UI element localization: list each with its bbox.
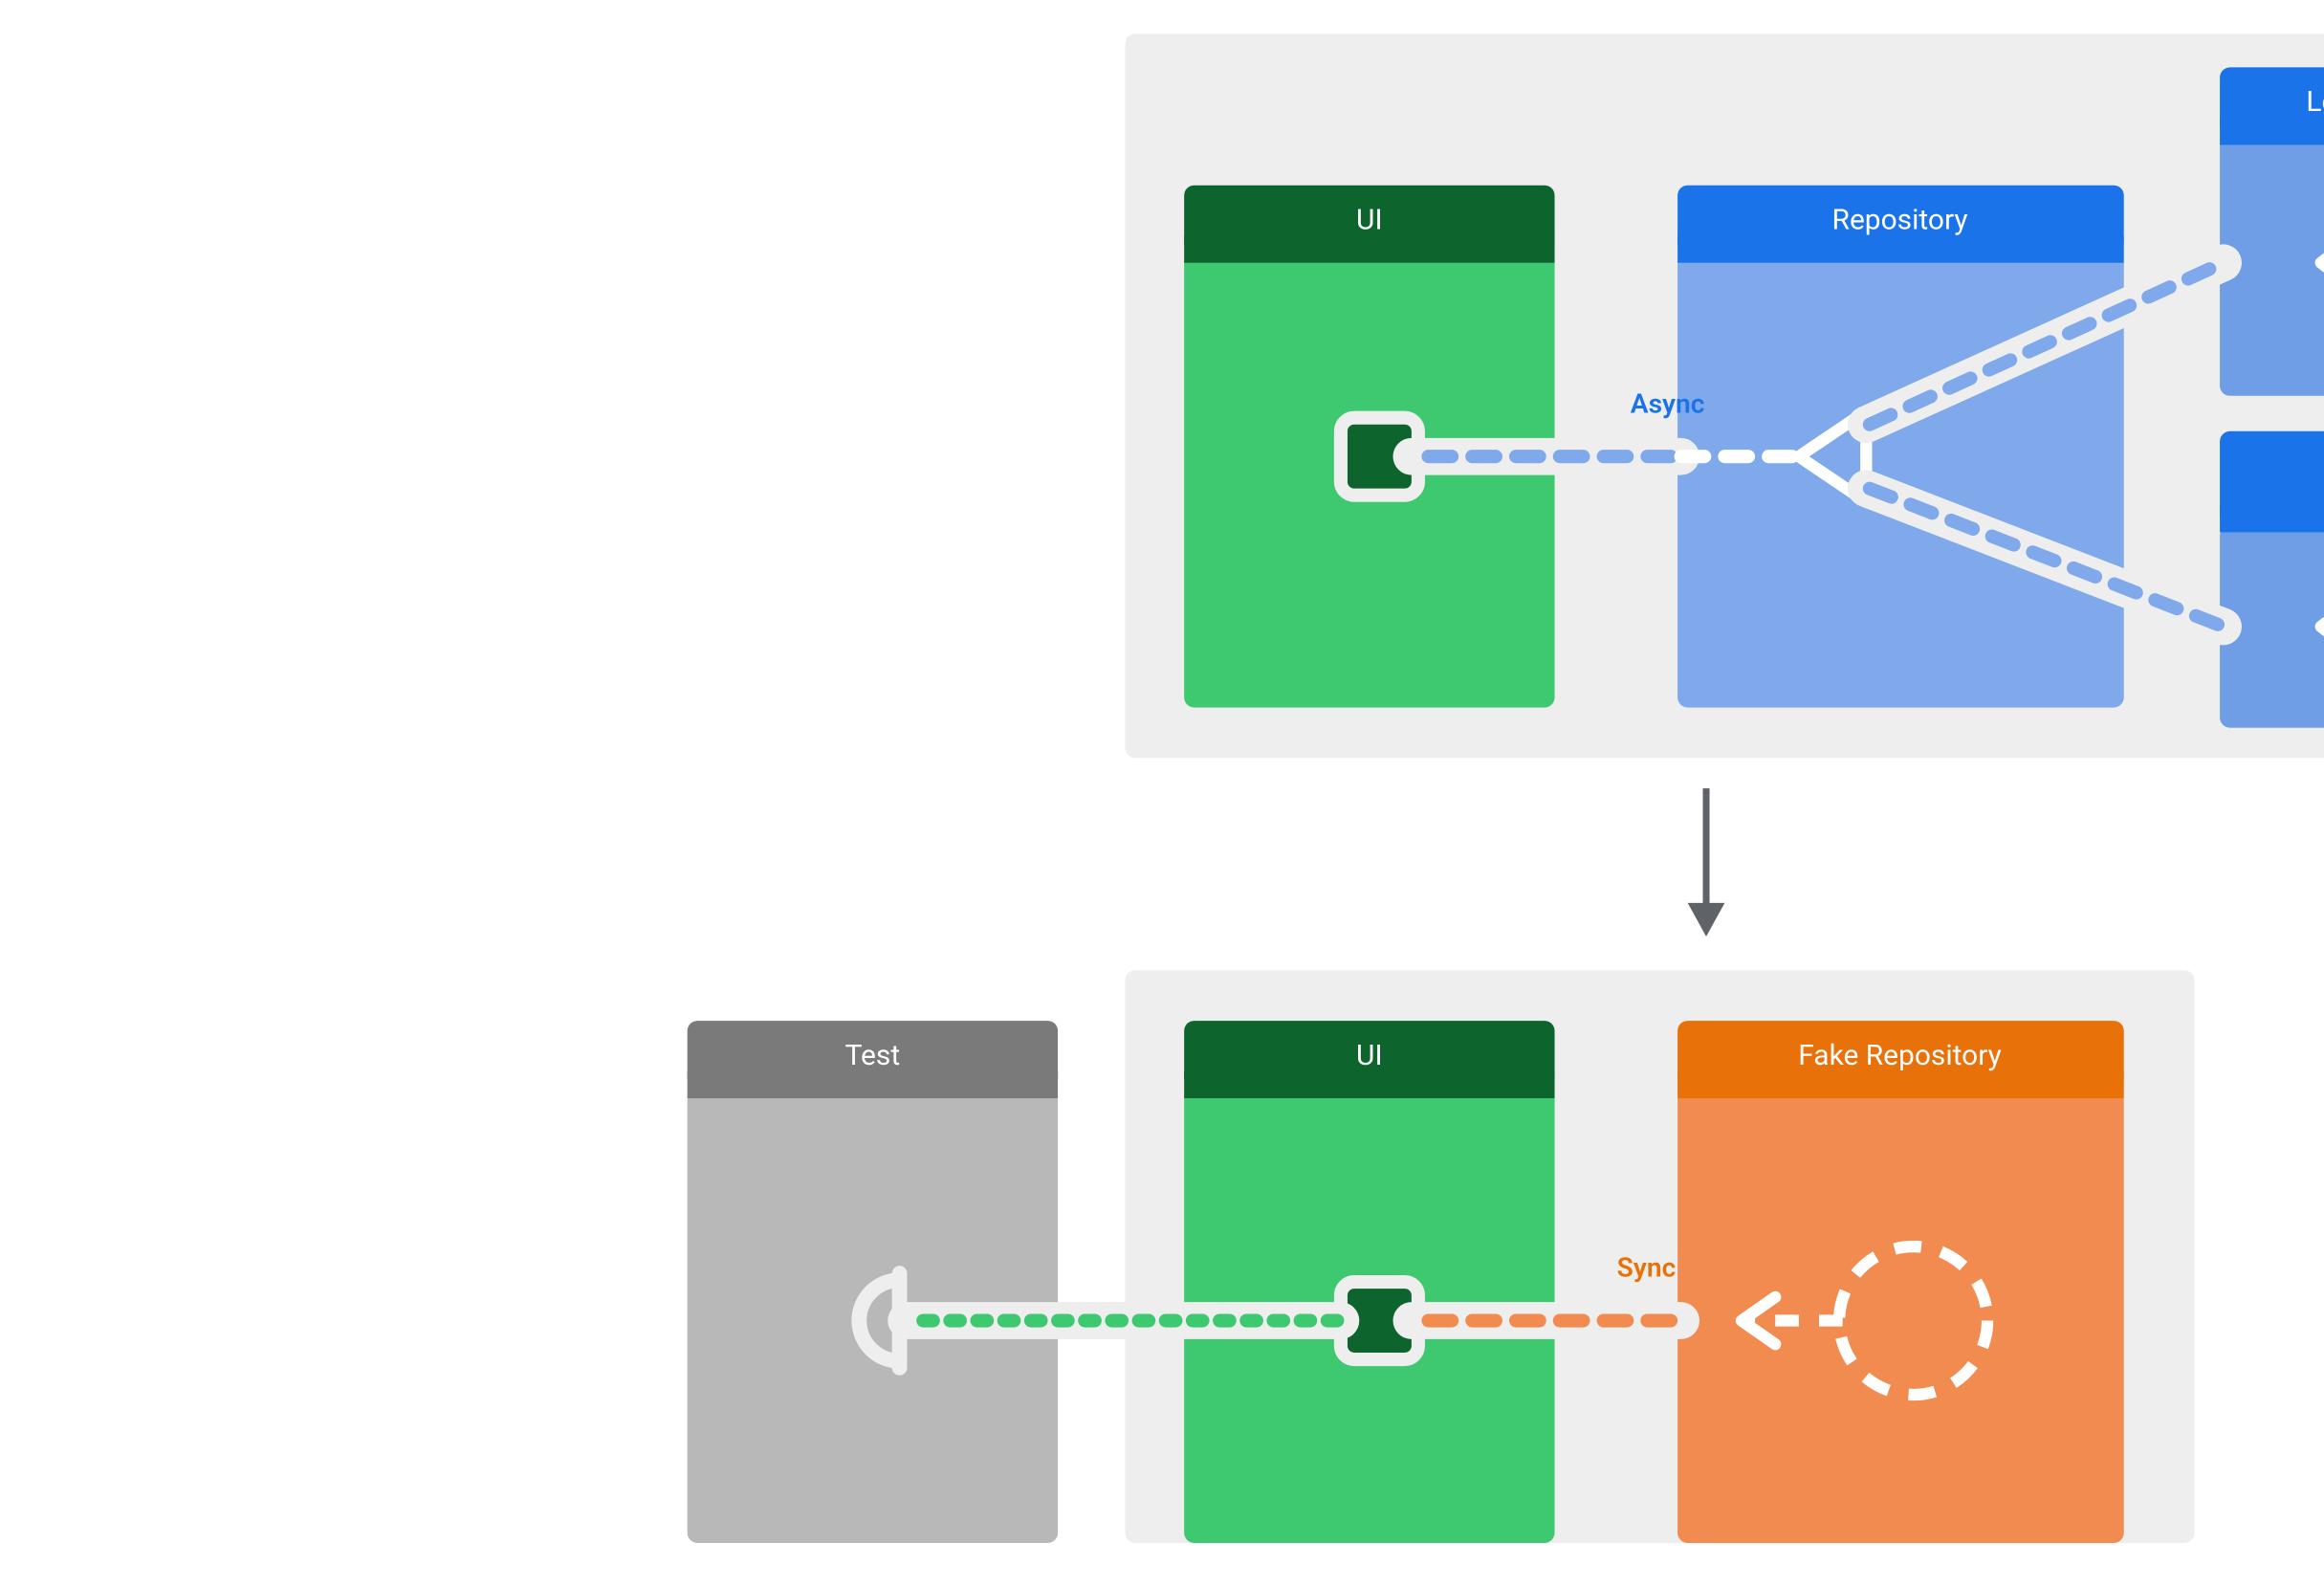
local-data-source-card: Local Data Source — [2220, 67, 2324, 395]
remote-data-source-card: Remote Data Source — [2220, 431, 2324, 728]
async-label: Async — [1631, 387, 1705, 419]
ui-card-top-title: UI — [1356, 203, 1383, 236]
top-panel: UI Repository Local Data Source — [1126, 33, 2324, 758]
transform-arrow — [1688, 788, 1725, 937]
fake-repository-title: Fake Repository — [1798, 1039, 2002, 1072]
sync-label: Sync — [1617, 1252, 1677, 1284]
ui-card-bottom: UI — [1184, 1021, 1554, 1543]
test-card-title: Test — [845, 1039, 901, 1072]
architecture-diagram: UI Repository Local Data Source — [502, 0, 2324, 1587]
fake-repository-card: Fake Repository — [1677, 1021, 2124, 1543]
local-data-source-title: Local Data Source — [2306, 85, 2324, 119]
repository-card-title: Repository — [1832, 203, 1968, 236]
bottom-panel: Test UI Fake Repository — [688, 970, 2195, 1543]
ui-card-bottom-title: UI — [1356, 1039, 1383, 1072]
test-card: Test — [688, 1021, 1058, 1543]
repository-card: Repository — [1677, 186, 2124, 708]
